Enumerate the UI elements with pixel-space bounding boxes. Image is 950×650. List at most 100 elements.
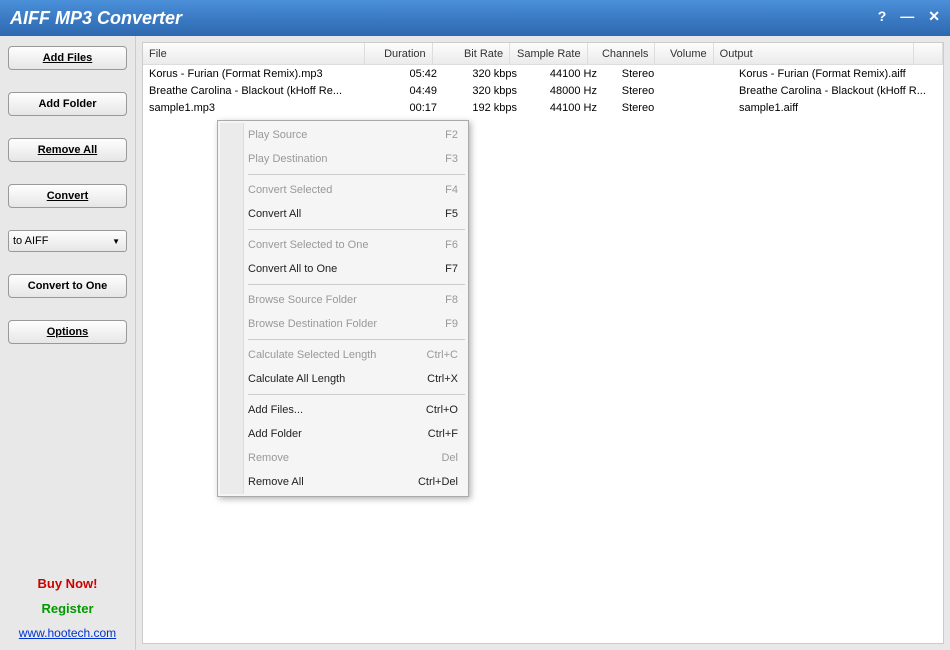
menu-item-shortcut: F9	[445, 318, 458, 330]
sidebar-bottom: Buy Now! Register www.hootech.com	[0, 576, 135, 640]
menu-item-shortcut: F4	[445, 184, 458, 196]
menu-item: Calculate Selected LengthCtrl+C	[220, 343, 466, 367]
menu-item-shortcut: Del	[441, 452, 458, 464]
cell-file: sample1.mp3	[143, 102, 373, 114]
cell-bitrate: 320 kbps	[443, 68, 523, 80]
col-channels[interactable]: Channels	[588, 43, 656, 64]
format-select[interactable]: to AIFF ▼	[8, 230, 127, 252]
menu-item-shortcut: Ctrl+Del	[418, 476, 458, 488]
menu-item-label: Convert Selected to One	[248, 239, 368, 251]
cell-file: Korus - Furian (Format Remix).mp3	[143, 68, 373, 80]
cell-sample: 48000 Hz	[523, 85, 603, 97]
cell-sample: 44100 Hz	[523, 102, 603, 114]
menu-item: Browse Destination Folder F9	[220, 312, 466, 336]
file-table: File Duration Bit Rate Sample Rate Chann…	[143, 43, 943, 116]
options-label: Options	[47, 326, 89, 338]
table-body: Korus - Furian (Format Remix).mp305:4232…	[143, 65, 943, 116]
menu-item-shortcut: F6	[445, 239, 458, 251]
menu-item-shortcut: F8	[445, 294, 458, 306]
table-row[interactable]: sample1.mp300:17192 kbps44100 HzStereosa…	[143, 99, 943, 116]
menu-item-shortcut: F5	[445, 208, 458, 220]
cell-bitrate: 320 kbps	[443, 85, 523, 97]
menu-item: Play Source F2	[220, 123, 466, 147]
menu-item-label: Calculate Selected Length	[248, 349, 376, 361]
table-header: File Duration Bit Rate Sample Rate Chann…	[143, 43, 943, 65]
col-volume[interactable]: Volume	[655, 43, 713, 64]
menu-item[interactable]: Convert All F5	[220, 202, 466, 226]
menu-item: Browse Source Folder F8	[220, 288, 466, 312]
menu-item-shortcut: F2	[445, 129, 458, 141]
menu-item[interactable]: Convert All to One F7	[220, 257, 466, 281]
convert-label: Convert	[47, 190, 89, 202]
add-folder-label: Add Folder	[38, 98, 96, 110]
chevron-down-icon: ▼	[112, 237, 120, 246]
menu-item-shortcut: Ctrl+O	[426, 404, 458, 416]
menu-item-label: Browse Source Folder	[248, 294, 357, 306]
buy-now-link[interactable]: Buy Now!	[38, 576, 98, 591]
cell-duration: 05:42	[373, 68, 443, 80]
menu-item-label: Add Folder	[248, 428, 302, 440]
cell-output: Korus - Furian (Format Remix).aiff	[733, 68, 943, 80]
menu-item-label: Convert Selected	[248, 184, 332, 196]
menu-item[interactable]: Calculate All LengthCtrl+X	[220, 367, 466, 391]
menu-separator	[248, 284, 465, 285]
add-folder-button[interactable]: Add Folder	[8, 92, 127, 116]
menu-item-shortcut: Ctrl+X	[427, 373, 458, 385]
col-file[interactable]: File	[143, 43, 365, 64]
menu-item-label: Play Source	[248, 129, 307, 141]
col-output[interactable]: Output	[714, 43, 914, 64]
cell-channels: Stereo	[603, 68, 673, 80]
titlebar: AIFF MP3 Converter ? — ✕	[0, 0, 950, 36]
cell-bitrate: 192 kbps	[443, 102, 523, 114]
table-row[interactable]: Breathe Carolina - Blackout (kHoff Re...…	[143, 82, 943, 99]
col-bitrate[interactable]: Bit Rate	[433, 43, 510, 64]
titlebar-controls: ? — ✕	[878, 8, 940, 25]
add-files-button[interactable]: Add Files	[8, 46, 127, 70]
menu-item-shortcut: Ctrl+F	[428, 428, 458, 440]
register-link[interactable]: Register	[41, 601, 93, 616]
cell-output: Breathe Carolina - Blackout (kHoff R...	[733, 85, 943, 97]
add-files-label: Add Files	[43, 52, 93, 64]
menu-separator	[248, 229, 465, 230]
convert-to-one-button[interactable]: Convert to One	[8, 274, 127, 298]
cell-channels: Stereo	[603, 85, 673, 97]
menu-item: Play Destination F3	[220, 147, 466, 171]
menu-item-shortcut: F7	[445, 263, 458, 275]
col-extra[interactable]	[914, 43, 943, 64]
cell-sample: 44100 Hz	[523, 68, 603, 80]
menu-item[interactable]: Remove AllCtrl+Del	[220, 470, 466, 494]
col-sample[interactable]: Sample Rate	[510, 43, 587, 64]
convert-button[interactable]: Convert	[8, 184, 127, 208]
table-row[interactable]: Korus - Furian (Format Remix).mp305:4232…	[143, 65, 943, 82]
options-button[interactable]: Options	[8, 320, 127, 344]
help-icon[interactable]: ?	[878, 8, 887, 25]
remove-all-label: Remove All	[38, 144, 98, 156]
convert-to-one-label: Convert to One	[28, 280, 107, 292]
cell-channels: Stereo	[603, 102, 673, 114]
menu-item: Convert Selected to One F6	[220, 233, 466, 257]
menu-item-label: Play Destination	[248, 153, 328, 165]
cell-duration: 04:49	[373, 85, 443, 97]
col-duration[interactable]: Duration	[365, 43, 433, 64]
close-icon[interactable]: ✕	[928, 8, 940, 25]
context-menu: Play Source F2 Play Destination F3 Convert S…	[217, 120, 469, 497]
main-container: Add Files Add Folder Remove All Convert …	[0, 36, 950, 650]
menu-separator	[248, 339, 465, 340]
menu-item-label: Add Files...	[248, 404, 303, 416]
website-link[interactable]: www.hootech.com	[19, 626, 116, 640]
menu-separator	[248, 174, 465, 175]
menu-item[interactable]: Add Files... Ctrl+O	[220, 398, 466, 422]
sidebar: Add Files Add Folder Remove All Convert …	[0, 36, 136, 650]
menu-separator	[248, 394, 465, 395]
menu-item-shortcut: F3	[445, 153, 458, 165]
menu-item: Convert Selected F4	[220, 178, 466, 202]
menu-item: RemoveDel	[220, 446, 466, 470]
cell-duration: 00:17	[373, 102, 443, 114]
menu-item[interactable]: Add Folder Ctrl+F	[220, 422, 466, 446]
menu-item-label: Convert All	[248, 208, 301, 220]
format-select-value: to AIFF	[13, 235, 48, 247]
remove-all-button[interactable]: Remove All	[8, 138, 127, 162]
minimize-icon[interactable]: —	[900, 8, 914, 25]
menu-item-label: Browse Destination Folder	[248, 318, 377, 330]
menu-item-label: Convert All to One	[248, 263, 337, 275]
